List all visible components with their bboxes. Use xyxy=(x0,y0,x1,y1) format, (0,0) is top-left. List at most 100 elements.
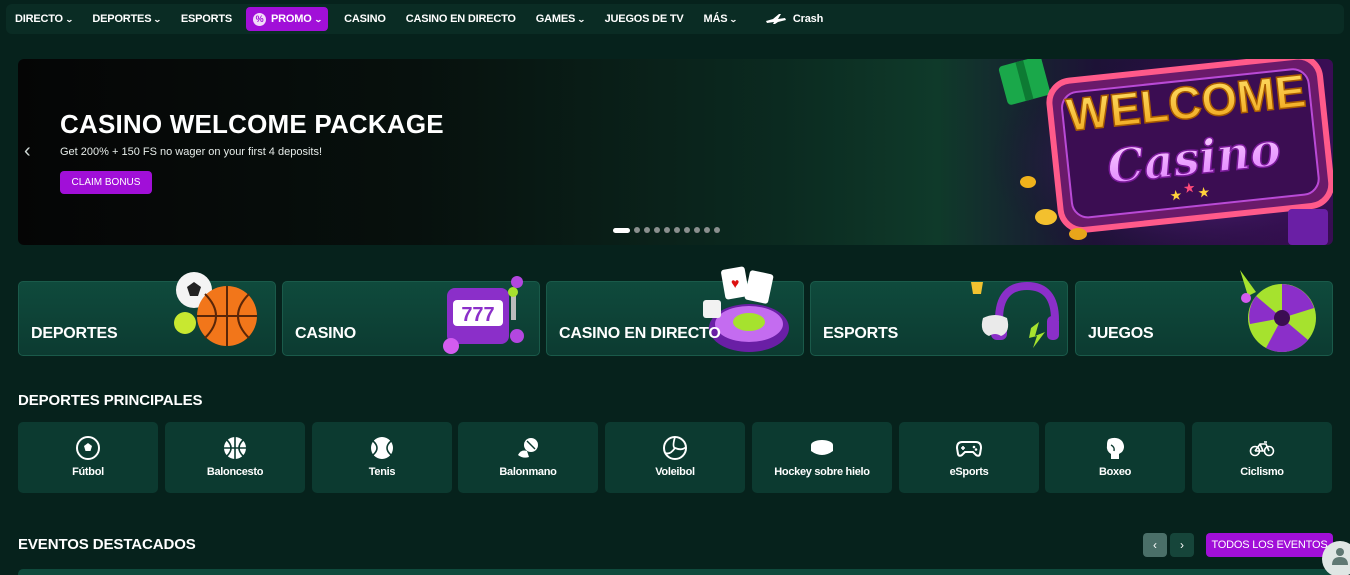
svg-text:★: ★ xyxy=(1197,184,1211,201)
soccer-ball-icon xyxy=(76,436,100,460)
nav-promo[interactable]: % PROMO ⌄ xyxy=(246,7,329,31)
category-label: JUEGOS xyxy=(1088,325,1154,342)
chevron-down-icon: ⌄ xyxy=(153,14,162,24)
eventos-destacados-title: EVENTOS DESTACADOS xyxy=(18,536,196,553)
sport-label: Baloncesto xyxy=(206,466,264,478)
category-casino-en-directo[interactable]: ♥ CASINO EN DIRECTO xyxy=(546,266,804,356)
chevron-right-icon: › xyxy=(1180,538,1184,552)
nav-games-label: GAMES xyxy=(535,13,576,25)
nav-casino[interactable]: CASINO xyxy=(334,7,396,31)
nav-esports-label: ESPORTS xyxy=(180,13,233,25)
tennis-ball-icon xyxy=(371,437,393,459)
nav-juegos-de-tv[interactable]: JUEGOS DE TV xyxy=(595,7,694,31)
roulette-icon: ♥ xyxy=(703,266,789,352)
hero-subtitle: Get 200% + 150 FS no wager on your first… xyxy=(60,146,323,158)
nav-crash-label: Crash xyxy=(792,13,824,25)
nav-deportes-label: DEPORTES xyxy=(92,13,152,25)
nav-casino-en-directo-label: CASINO EN DIRECTO xyxy=(405,13,516,25)
hockey-puck-icon xyxy=(811,440,833,455)
nav-mas[interactable]: MÁS ⌄ xyxy=(694,7,747,31)
sport-label: Fútbol xyxy=(72,466,104,478)
carousel-dot[interactable] xyxy=(704,227,710,233)
nav-mas-label: MÁS xyxy=(703,13,728,25)
gamepad-icon xyxy=(956,441,982,457)
sport-hockey-sobre-hielo[interactable]: Hockey sobre hielo xyxy=(752,422,892,493)
hero-banner[interactable]: ‹ CASINO WELCOME PACKAGE Get 200% + 150 … xyxy=(18,59,1333,245)
sports-balls-icon xyxy=(174,272,257,346)
events-list-top xyxy=(18,569,1333,575)
chevron-down-icon: ⌄ xyxy=(729,14,738,24)
category-label: DEPORTES xyxy=(31,325,118,342)
svg-text:♥: ♥ xyxy=(731,275,739,291)
headset-icon xyxy=(971,281,1059,348)
category-juegos[interactable]: JUEGOS xyxy=(1075,270,1333,356)
category-label: ESPORTS xyxy=(823,325,899,342)
nav-directo[interactable]: DIRECTO ⌄ xyxy=(15,7,82,31)
sport-label: Balonmano xyxy=(499,466,557,478)
carousel-dot[interactable] xyxy=(664,227,670,233)
percent-icon: % xyxy=(253,12,267,26)
slot-machine-icon: 777 xyxy=(443,276,524,354)
sport-label: Voleibol xyxy=(655,466,695,478)
sport-label: Tenis xyxy=(368,466,396,478)
sport-esports[interactable]: eSports xyxy=(899,422,1039,493)
support-chat-button[interactable] xyxy=(1322,541,1350,575)
claim-bonus-button[interactable]: CLAIM BONUS xyxy=(60,171,152,194)
carousel-dot[interactable] xyxy=(684,227,690,233)
sport-boxeo[interactable]: Boxeo xyxy=(1045,422,1185,493)
svg-text:777: 777 xyxy=(461,304,494,326)
airplane-icon xyxy=(765,14,786,24)
events-next-button[interactable]: › xyxy=(1170,533,1194,557)
events-prev-button[interactable]: ‹ xyxy=(1143,533,1167,557)
chevron-left-icon: ‹ xyxy=(1153,538,1157,552)
sport-balonmano[interactable]: Balonmano xyxy=(458,422,598,493)
carousel-dots xyxy=(613,227,720,233)
volleyball-icon xyxy=(663,436,687,460)
welcome-casino-sign: WELCOME Casino ★ ★ ★ xyxy=(988,59,1333,245)
svg-text:★: ★ xyxy=(1182,179,1196,196)
chevron-down-icon: ⌄ xyxy=(64,14,74,24)
sport-ciclismo[interactable]: Ciclismo xyxy=(1192,422,1332,493)
carousel-dot[interactable] xyxy=(634,227,640,233)
carousel-dot[interactable] xyxy=(644,227,650,233)
category-label: CASINO xyxy=(295,325,357,342)
nav-crash[interactable]: Crash xyxy=(755,7,833,31)
chevron-down-icon: ⌄ xyxy=(313,14,323,24)
nav-deportes[interactable]: DEPORTES ⌄ xyxy=(82,7,170,31)
carousel-dot[interactable] xyxy=(674,227,680,233)
svg-text:★: ★ xyxy=(1169,186,1183,203)
carousel-dot[interactable] xyxy=(694,227,700,233)
user-icon xyxy=(1332,548,1348,565)
sport-voleibol[interactable]: Voleibol xyxy=(605,422,745,493)
wheel-icon xyxy=(1240,270,1316,353)
category-deportes[interactable]: DEPORTES xyxy=(18,272,276,356)
nav-casino-label: CASINO xyxy=(344,13,386,25)
bicycle-icon xyxy=(1249,441,1275,457)
carousel-dot[interactable] xyxy=(654,227,660,233)
handball-icon xyxy=(518,438,538,458)
top-nav: DIRECTO ⌄ DEPORTES ⌄ ESPORTS % PROMO ⌄ CASIN… xyxy=(6,4,1344,34)
nav-esports[interactable]: ESPORTS xyxy=(171,7,242,31)
nav-games[interactable]: GAMES ⌄ xyxy=(526,7,595,31)
category-label: CASINO EN DIRECTO xyxy=(559,325,721,342)
nav-juegos-de-tv-label: JUEGOS DE TV xyxy=(604,13,684,25)
sport-tenis[interactable]: Tenis xyxy=(312,422,452,493)
sport-label: Ciclismo xyxy=(1240,466,1284,478)
todos-los-eventos-button[interactable]: TODOS LOS EVENTOS xyxy=(1206,533,1333,557)
chevron-down-icon: ⌄ xyxy=(577,14,586,24)
sport-baloncesto[interactable]: Baloncesto xyxy=(165,422,305,493)
nav-directo-label: DIRECTO xyxy=(15,13,63,25)
category-esports[interactable]: ESPORTS xyxy=(810,281,1068,356)
chevron-left-icon[interactable]: ‹ xyxy=(24,141,31,161)
deportes-principales-title: DEPORTES PRINCIPALES xyxy=(18,392,203,409)
carousel-dot[interactable] xyxy=(714,227,720,233)
category-casino[interactable]: 777 CASINO xyxy=(282,276,540,356)
sport-futbol[interactable]: Fútbol xyxy=(18,422,158,493)
nav-casino-en-directo[interactable]: CASINO EN DIRECTO xyxy=(396,7,526,31)
sport-label: Hockey sobre hielo xyxy=(774,466,870,478)
hero-title: CASINO WELCOME PACKAGE xyxy=(60,109,444,139)
basketball-icon xyxy=(224,437,246,459)
sport-label: eSports xyxy=(949,466,989,478)
nav-promo-label: PROMO xyxy=(271,13,312,25)
carousel-dot[interactable] xyxy=(613,227,630,233)
